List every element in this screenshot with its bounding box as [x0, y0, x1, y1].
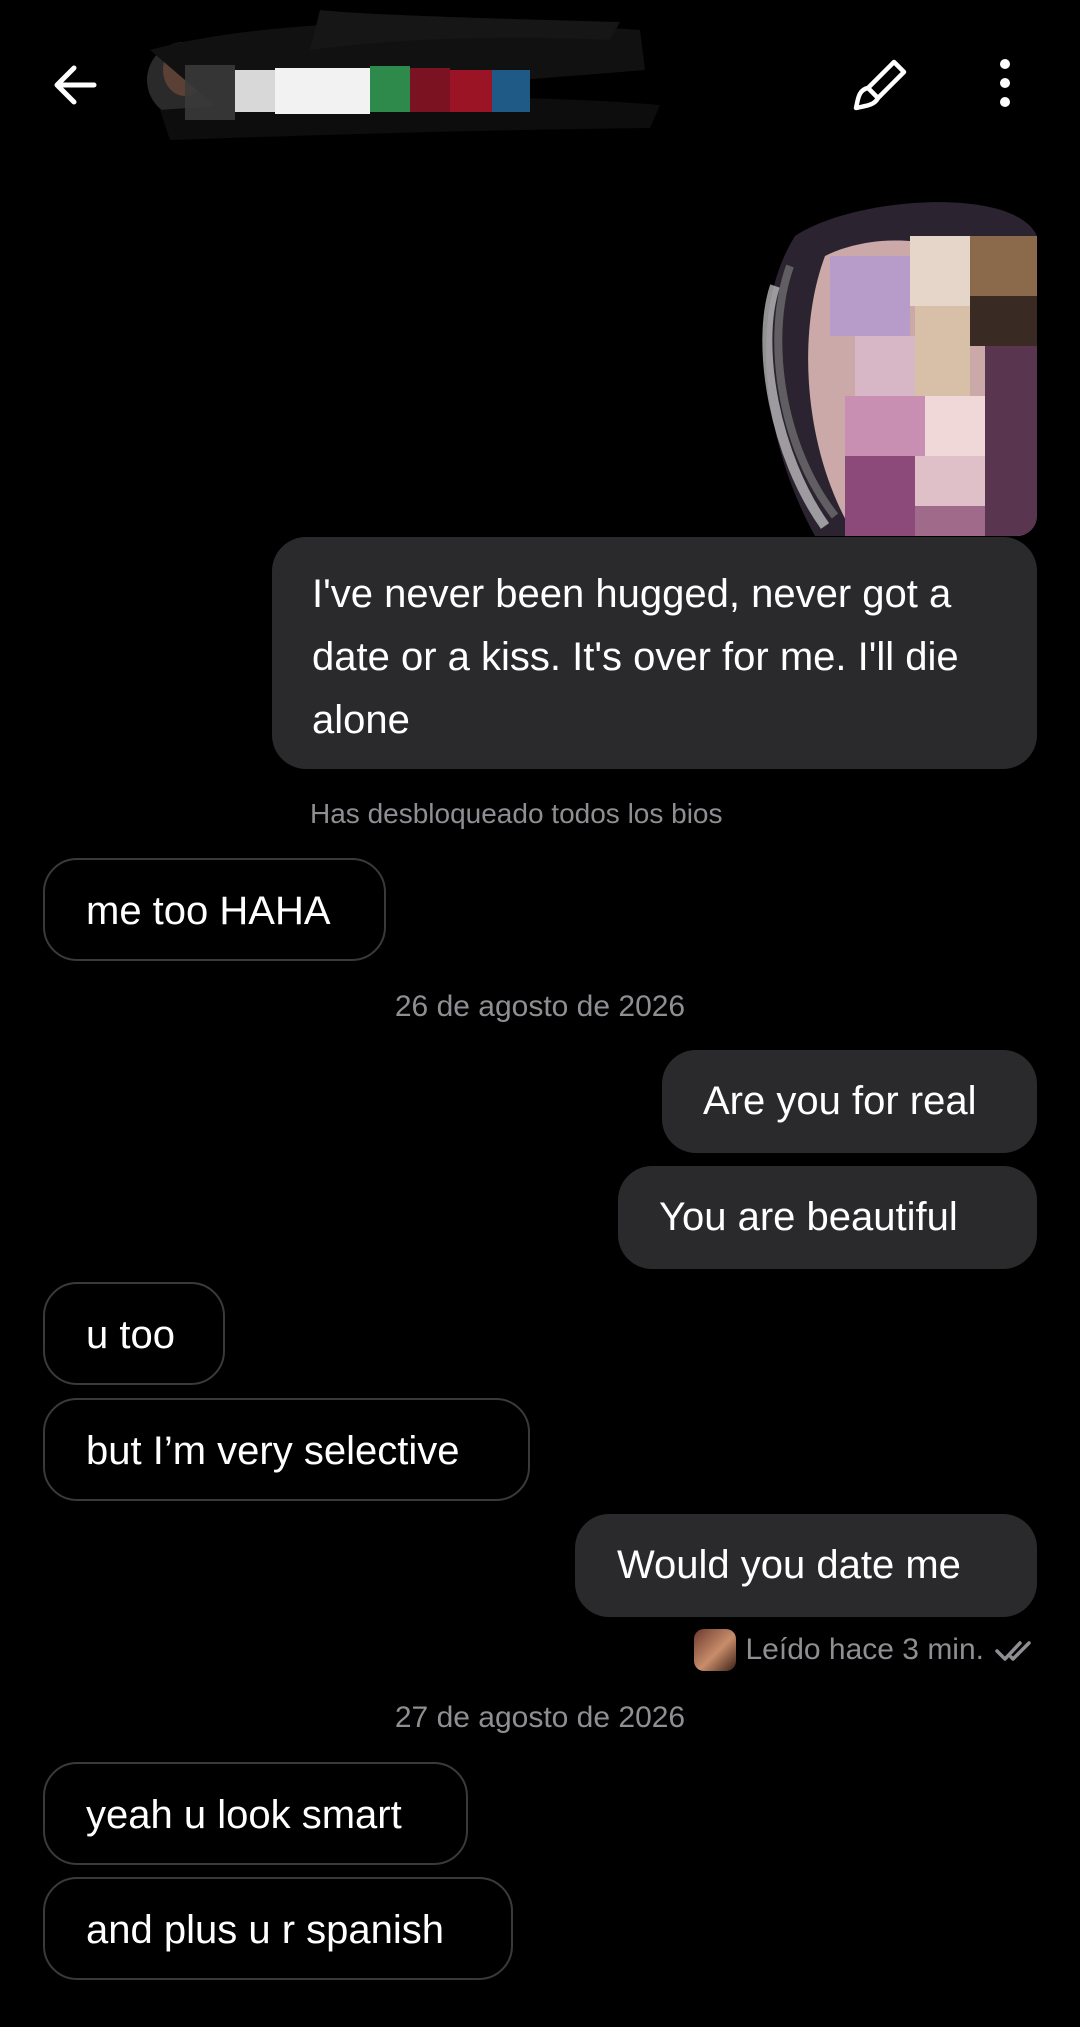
incoming-message[interactable]: me too HAHA [43, 858, 386, 961]
double-check-icon [995, 1641, 1031, 1661]
read-receipt-text: Leído hace 3 min. [745, 1633, 985, 1666]
shared-photo-message[interactable] [735, 196, 1037, 536]
back-button[interactable] [44, 54, 106, 116]
more-vertical-icon [1000, 59, 1010, 107]
contact-name-redacted[interactable] [140, 10, 660, 160]
outgoing-message[interactable]: Would you date me [575, 1514, 1037, 1617]
chat-header [0, 0, 1080, 165]
outgoing-message[interactable]: I've never been hugged, never got a date… [272, 537, 1037, 769]
incoming-message[interactable]: and plus u r spanish [43, 1877, 513, 1980]
outgoing-message[interactable]: You are beautiful [618, 1166, 1037, 1269]
contact-avatar [693, 1629, 736, 1671]
arrow-left-icon [54, 65, 97, 105]
incoming-message[interactable]: yeah u look smart [43, 1762, 468, 1865]
outgoing-message[interactable]: Are you for real [662, 1050, 1037, 1153]
paintbrush-icon [853, 59, 907, 111]
system-notice: Has desbloqueado todos los bios [310, 798, 723, 829]
edit-chat-button[interactable] [848, 52, 914, 118]
date-separator: 27 de agosto de 2026 [394, 1701, 686, 1734]
incoming-message[interactable]: u too [43, 1282, 225, 1385]
more-options-button[interactable] [980, 52, 1030, 118]
read-receipt: Leído hace 3 min. [693, 1628, 1035, 1672]
date-separator: 26 de agosto de 2026 [394, 990, 686, 1023]
incoming-message[interactable]: but I’m very selective [43, 1398, 530, 1501]
